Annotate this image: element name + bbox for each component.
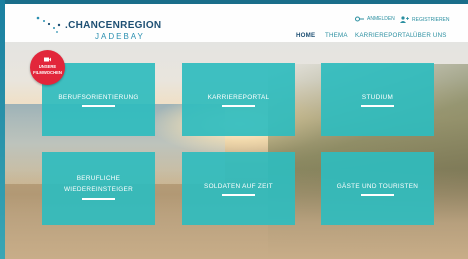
nav-home[interactable]: HOME [296, 32, 315, 39]
film-icon [44, 57, 51, 62]
nav-thema[interactable]: THEMA [325, 32, 348, 39]
tile-label-line1: BERUFLICHE [76, 175, 121, 182]
tile-underline [222, 105, 255, 107]
logo-sub-text: JADEBAY [95, 32, 145, 41]
register-label: REGISTRIEREN [412, 16, 450, 23]
nav-ueber-uns[interactable]: ÜBER UNS [413, 32, 447, 39]
tile-berufliche-wiedereinsteiger[interactable]: BERUFLICHE WIEDEREINSTEIGER [42, 152, 155, 225]
tile-underline [82, 198, 115, 200]
key-icon [355, 16, 364, 22]
tile-karriereportal[interactable]: KARRIEREPORTAL [182, 63, 295, 136]
logo-dots-icon [36, 16, 61, 33]
tile-underline [222, 194, 255, 196]
tile-label: BERUFSORIENTIERUNG [58, 94, 139, 101]
badge-line2: FILMWOCHEN [33, 70, 62, 75]
tile-label: SOLDATEN AUF ZEIT [204, 183, 273, 190]
tile-label: GÄSTE UND TOURISTEN [336, 183, 419, 190]
filmwochen-badge[interactable]: UNSERE FILMWOCHEN [30, 50, 65, 85]
logo-main-text: .CHANCENREGION [65, 20, 162, 31]
login-link[interactable]: ANMELDEN [355, 16, 395, 22]
tile-underline [361, 105, 394, 107]
badge-line1: UNSERE [38, 64, 57, 69]
register-link[interactable]: REGISTRIEREN [400, 16, 450, 23]
login-label: ANMELDEN [367, 16, 395, 22]
tile-soldaten-auf-zeit[interactable]: SOLDATEN AUF ZEIT [182, 152, 295, 225]
tile-studium[interactable]: STUDIUM [321, 63, 434, 136]
tile-underline [361, 194, 394, 196]
tile-underline [82, 105, 115, 107]
tile-label: KARRIEREPORTAL [207, 94, 270, 101]
nav-karriereportal[interactable]: KARRIEREPORTAL [355, 32, 414, 39]
tile-gaeste-und-touristen[interactable]: GÄSTE UND TOURISTEN [321, 152, 434, 225]
tile-label-line2: WIEDEREINSTEIGER [63, 186, 134, 193]
site-logo[interactable]: .CHANCENREGION JADEBAY [35, 12, 161, 41]
user-plus-icon [400, 16, 409, 23]
site-header: .CHANCENREGION JADEBAY ANMELDEN REGISTRI… [5, 4, 468, 42]
tile-label: STUDIUM [361, 94, 394, 101]
